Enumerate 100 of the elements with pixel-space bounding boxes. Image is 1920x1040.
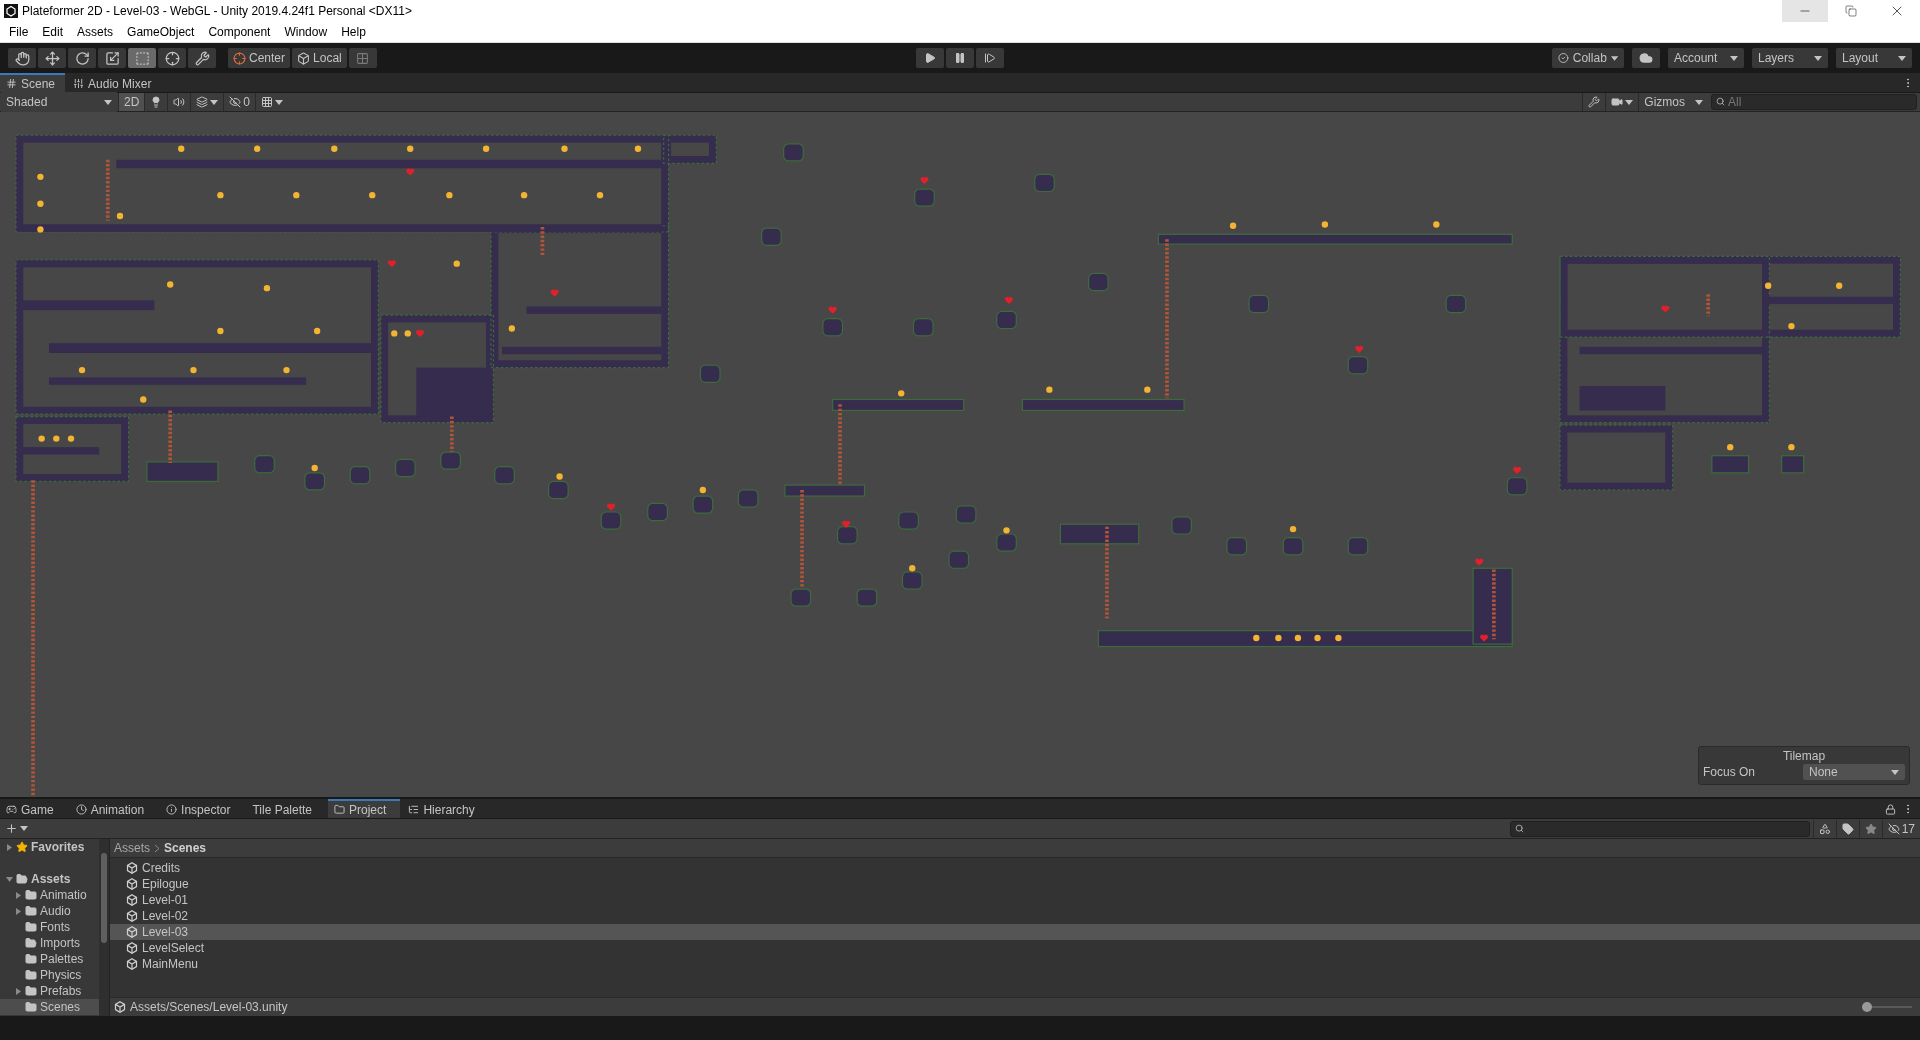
panel-tab[interactable]: Animation <box>69 799 159 818</box>
menu-item[interactable]: Help <box>334 22 373 42</box>
scene-file-item[interactable]: LevelSelect <box>110 940 1920 956</box>
tool-button[interactable] <box>188 48 216 68</box>
tool-button[interactable] <box>158 48 186 68</box>
menu-item[interactable]: Edit <box>35 22 71 42</box>
collapsed-arrow-icon[interactable] <box>15 987 22 995</box>
folder-icon <box>25 921 37 933</box>
file-label: Credits <box>142 861 180 875</box>
tree-item[interactable]: Fonts <box>0 919 99 935</box>
pivot-rotation-button[interactable]: Local <box>292 48 347 68</box>
lock-icon[interactable] <box>1885 803 1896 815</box>
clock-icon <box>75 804 87 815</box>
scene-file-item[interactable]: Epilogue <box>110 876 1920 892</box>
search-field[interactable] <box>1509 820 1810 837</box>
step-button[interactable] <box>976 48 1004 68</box>
tree-item[interactable]: Scenes <box>0 999 99 1015</box>
grid-icon <box>261 96 274 108</box>
menu-item[interactable]: GameObject <box>120 22 202 42</box>
scene-icon <box>126 926 138 938</box>
tool-button[interactable] <box>8 48 36 68</box>
cloud-button[interactable] <box>1632 48 1660 68</box>
menu-item[interactable]: Window <box>277 22 335 42</box>
breadcrumb-link[interactable]: Assets <box>114 841 150 855</box>
file-label: MainMenu <box>142 957 199 971</box>
slider-thumb[interactable] <box>1862 1002 1872 1012</box>
folder-icon <box>334 804 345 815</box>
scene-icon <box>126 910 138 922</box>
collapsed-arrow-icon[interactable] <box>15 891 22 899</box>
step-icon <box>984 52 996 64</box>
tree-item[interactable]: Assets <box>0 871 99 887</box>
folder-icon <box>25 969 37 981</box>
file-label: Level-03 <box>142 925 189 939</box>
caret-icon <box>1730 55 1738 61</box>
pause-button[interactable] <box>946 48 974 68</box>
scene-file-item[interactable]: MainMenu <box>110 956 1920 972</box>
snap-button[interactable] <box>348 48 377 68</box>
lightbulb-icon <box>150 96 163 108</box>
folder-icon <box>25 889 37 901</box>
menu-item[interactable]: Assets <box>70 22 121 42</box>
scene-file-item[interactable]: Credits <box>110 860 1920 876</box>
search-field[interactable]: All <box>1711 94 1917 110</box>
draw-mode-dropdown[interactable]: Shaded <box>0 92 118 112</box>
tree-item[interactable]: Audio <box>0 903 99 919</box>
collab-dropdown[interactable]: Collab <box>1552 48 1624 68</box>
tool-button[interactable] <box>98 48 126 68</box>
tag-icon <box>1841 822 1854 835</box>
menu-item[interactable]: File <box>2 22 36 42</box>
scene-icon <box>126 862 138 874</box>
cube-icon <box>297 51 311 65</box>
open-folder-icon <box>16 873 28 885</box>
tree-label: Imports <box>40 936 80 950</box>
expanded-arrow-icon[interactable] <box>6 875 13 883</box>
tree-item[interactable]: Palettes <box>0 951 99 967</box>
2d-toggle[interactable]: 2D <box>118 93 145 111</box>
menu-item[interactable]: Component <box>201 22 278 42</box>
plus-icon <box>5 822 18 835</box>
search-icon <box>1716 97 1725 106</box>
scene-file-item[interactable]: Level-03 <box>110 924 1920 940</box>
scene-file-item[interactable]: Level-01 <box>110 892 1920 908</box>
tree-label: Physics <box>40 968 82 982</box>
panel-tab[interactable]: Scene <box>0 73 66 92</box>
file-label: Level-02 <box>142 909 189 923</box>
tree-item[interactable]: Animatio <box>0 887 99 903</box>
panel-tab[interactable]: Tile Palette <box>246 799 326 818</box>
asset-path: Assets/Scenes/Level-03.unity <box>130 1000 288 1014</box>
tool-button[interactable] <box>68 48 96 68</box>
folder-icon <box>25 905 37 917</box>
tool-button[interactable] <box>38 48 66 68</box>
panel-tab[interactable]: Inspector <box>160 799 245 818</box>
layers-dropdown[interactable]: Layers <box>1752 48 1828 68</box>
tree-item[interactable]: Imports <box>0 935 99 951</box>
account-dropdown[interactable]: Account <box>1668 48 1744 68</box>
tree-item[interactable]: Favorites <box>0 839 99 855</box>
hash-icon <box>6 78 17 89</box>
caret-icon <box>275 99 284 105</box>
pause-icon <box>954 52 966 64</box>
transform-tool-icon <box>164 50 180 66</box>
scene-file-item[interactable]: Level-02 <box>110 908 1920 924</box>
collapsed-arrow-icon[interactable] <box>15 907 22 915</box>
info-icon <box>166 804 178 815</box>
star-icon <box>16 841 28 853</box>
pivot-position-button[interactable]: Center <box>228 48 291 68</box>
panel-tab[interactable]: Hierarchy <box>402 799 489 818</box>
scene-icon <box>126 894 138 906</box>
tree-item[interactable]: Prefabs <box>0 983 99 999</box>
unity-logo-icon <box>4 4 18 18</box>
breadcrumb-link[interactable]: Scenes <box>164 841 207 855</box>
scene-icon <box>126 958 138 970</box>
play-button[interactable] <box>916 48 944 68</box>
scene-icon <box>126 942 138 954</box>
panel-tab[interactable]: Audio Mixer <box>67 73 162 92</box>
overlay-title: Tilemap <box>1781 749 1827 763</box>
panel-tab[interactable]: Project <box>328 799 401 818</box>
focus-dropdown[interactable]: None <box>1803 764 1905 780</box>
layout-dropdown[interactable]: Layout <box>1836 48 1912 68</box>
tree-item[interactable]: Physics <box>0 967 99 983</box>
caret-icon <box>1610 55 1618 61</box>
collapsed-arrow-icon[interactable] <box>6 843 13 851</box>
panel-tab[interactable]: Game <box>0 799 68 818</box>
